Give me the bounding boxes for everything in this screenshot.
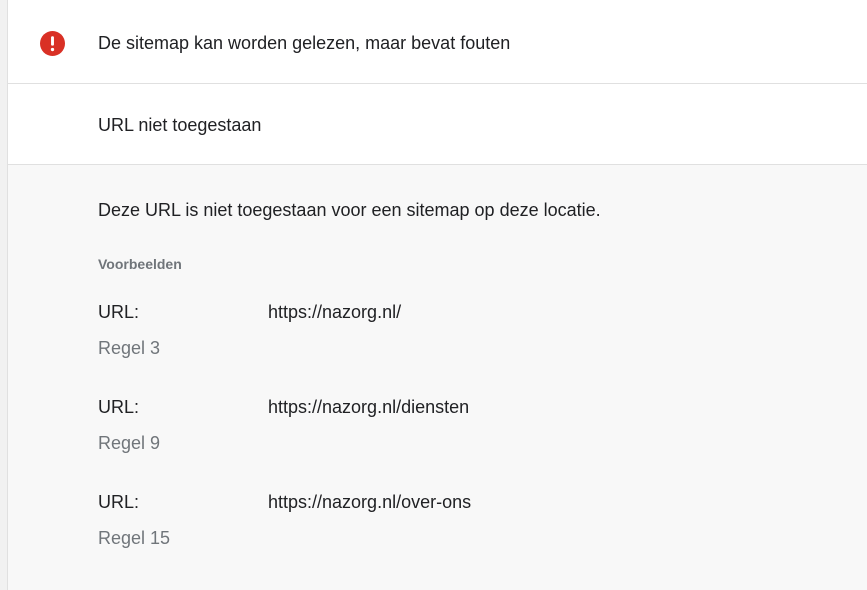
issue-title: URL niet toegestaan <box>98 115 262 135</box>
issue-description: Deze URL is niet toegestaan voor een sit… <box>98 200 601 220</box>
issue-row-url-not-allowed[interactable]: URL niet toegestaan <box>8 84 867 165</box>
example-item: URL: https://nazorg.nl/over-ons Regel 15 <box>98 491 798 551</box>
example-url-value[interactable]: https://nazorg.nl/ <box>268 301 401 323</box>
example-line-number: Regel 9 <box>98 433 161 453</box>
status-title: De sitemap kan worden gelezen, maar beva… <box>98 33 511 53</box>
error-icon <box>40 31 65 56</box>
example-url-key: URL: <box>98 397 140 417</box>
example-url-key: URL: <box>98 302 140 322</box>
example-url-key: URL: <box>98 492 140 512</box>
example-line-number: Regel 15 <box>98 528 171 548</box>
example-item: URL: https://nazorg.nl/ Regel 3 <box>98 301 798 361</box>
example-item: URL: https://nazorg.nl/diensten Regel 9 <box>98 396 798 456</box>
example-url-value[interactable]: https://nazorg.nl/over-ons <box>268 491 471 513</box>
sitemap-error-card: De sitemap kan worden gelezen, maar beva… <box>7 0 867 590</box>
example-url-value[interactable]: https://nazorg.nl/diensten <box>268 396 469 418</box>
examples-heading: Voorbeelden <box>98 256 182 272</box>
example-line-number: Regel 3 <box>98 338 161 358</box>
status-header: De sitemap kan worden gelezen, maar beva… <box>8 0 867 84</box>
issue-details: Deze URL is niet toegestaan voor een sit… <box>8 165 867 590</box>
